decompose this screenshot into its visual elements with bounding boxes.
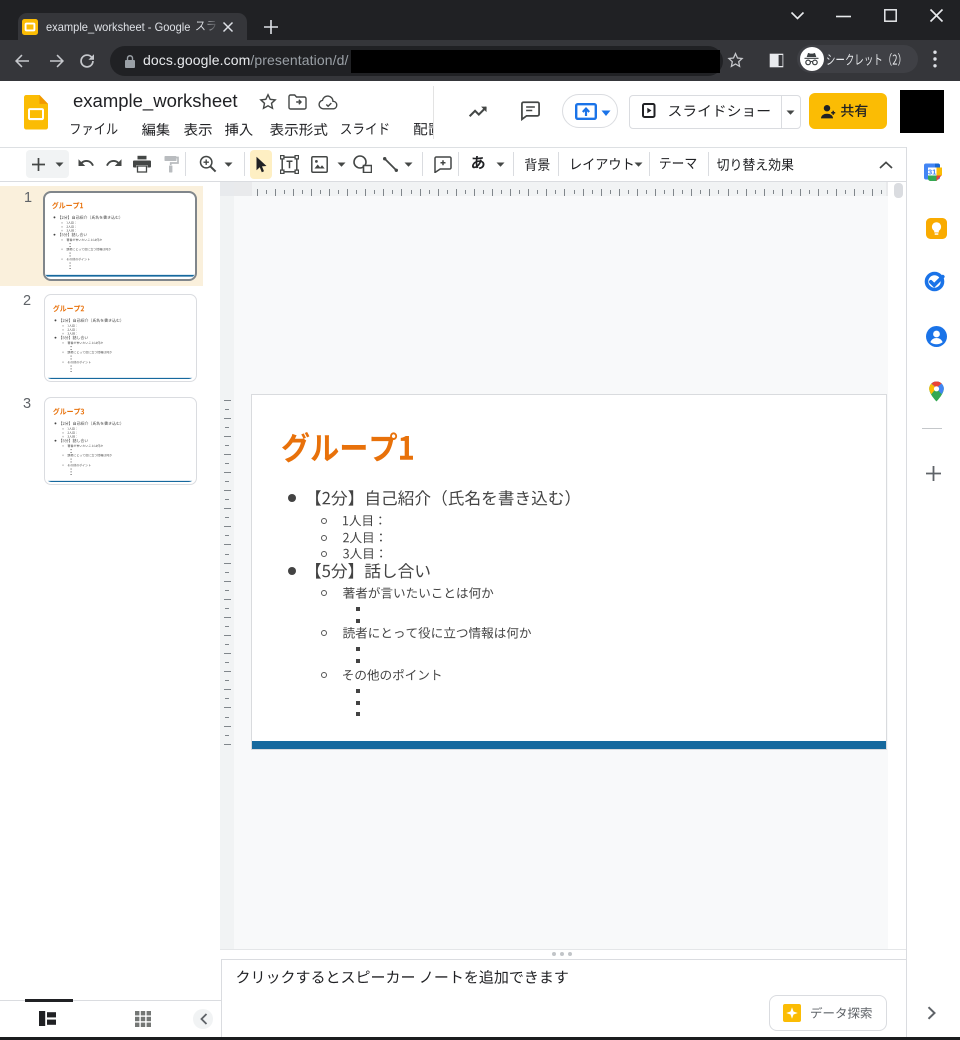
svg-text:31: 31 <box>928 168 936 177</box>
